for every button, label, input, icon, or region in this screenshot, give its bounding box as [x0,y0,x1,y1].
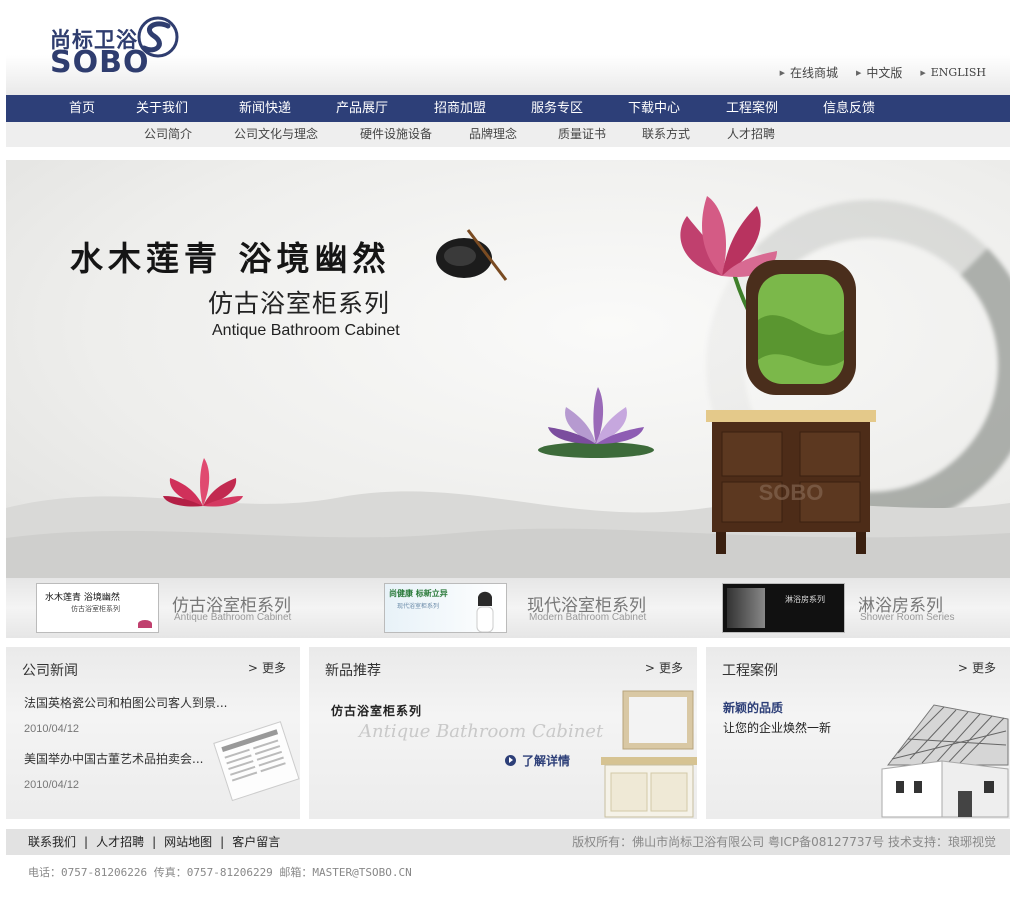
news-item-date: 2010/04/12 [24,723,80,735]
cases-text: 让您的企业焕然一新 [723,721,832,735]
banner-series-subtitle: Antique Bathroom Cabinet [212,322,400,339]
project-cases-panel: 工程案例 > 更多 新颖的品质 让您的企业焕然一新 [706,647,1010,819]
cases-heading: 工程案例 [722,663,778,679]
cases-more-link[interactable]: > 更多 [958,659,996,676]
series-subtitle: Modern Bathroom Cabinet [529,612,647,623]
hero-banner[interactable]: 水木莲青 浴境幽然 仿古浴室柜系列 Antique Bathroom Cabin… [6,160,1010,578]
news-item-title[interactable]: 美国举办中国古董艺术品拍卖会... [24,750,203,767]
arrow-right-icon: ▶ [855,68,862,77]
series-strip: 水木莲青 浴境幽然 仿古浴室柜系列 仿古浴室柜系列 Antique Bathro… [6,578,1010,638]
play-circle-icon [505,755,516,766]
products-heading: 新品推荐 [325,663,381,679]
modern-cabinet-image [601,690,697,818]
subnav-culture[interactable]: 公司文化与理念 [234,122,318,147]
nav-feedback[interactable]: 信息反馈 [823,95,875,122]
chevron-right-icon: > [957,660,968,675]
footer-link-sitemap[interactable]: 网站地图 [164,835,212,849]
subnav-certificates[interactable]: 质量证书 [558,122,606,147]
product-title-en: Antique Bathroom Cabinet [359,721,604,742]
sub-nav: 公司简介 公司文化与理念 硬件设施设备 品牌理念 质量证书 联系方式 人才招聘 [6,122,1010,147]
newspaper-image [213,721,300,802]
chevron-right-icon: > [644,660,655,675]
house-frame-image [881,704,1009,818]
subnav-jobs[interactable]: 人才招聘 [727,122,775,147]
nav-home[interactable]: 首页 [69,95,95,122]
subnav-profile[interactable]: 公司简介 [144,122,192,147]
chevron-right-icon: > [247,660,258,675]
news-item-title[interactable]: 法国英格瓷公司和柏图公司客人到景... [24,694,227,711]
cases-headline: 新颖的品质 [723,701,784,715]
woman-portrait-icon [476,591,494,632]
footer-bar: 联系我们 | 人才招聘 | 网站地图 | 客户留言 版权所有：佛山市尚标卫浴有限公司 粤IC… [6,829,1010,855]
series-subtitle: Antique Bathroom Cabinet [174,612,292,623]
separator: | [84,835,89,849]
series-thumb-shower: 淋浴房系列 [722,583,845,633]
site-logo[interactable]: 尚标卫浴 SOBO [50,16,182,80]
site-header: 尚标卫浴 SOBO ▶ 在线商城 ▶ 中文版 ▶ ENGLISH [6,0,1010,95]
subnav-contact[interactable]: 联系方式 [642,122,690,147]
nav-news[interactable]: 新闻快递 [239,95,291,122]
separator: | [220,835,225,849]
top-link-shop[interactable]: ▶ 在线商城 [780,64,838,81]
nav-franchise[interactable]: 招商加盟 [434,95,486,122]
footer-link-guestbook[interactable]: 客户留言 [232,835,280,849]
copyright-text: 版权所有：佛山市尚标卫浴有限公司 粤ICP备08127737号 技术支持：琅琊视… [572,835,996,849]
nav-products[interactable]: 产品展厅 [336,95,388,122]
shower-door-icon [727,588,765,628]
product-title: 仿古浴室柜系列 [331,704,423,718]
subnav-brand[interactable]: 品牌理念 [469,122,517,147]
series-thumb-modern: 尚健康 标新立异 现代浴室柜系列 [384,583,507,633]
antique-cabinet-image: SOBO [706,260,876,554]
arrow-right-icon: ▶ [779,68,785,77]
top-links: ▶ 在线商城 ▶ 中文版 ▶ ENGLISH [780,64,986,81]
red-lotus-icon [163,458,243,507]
footer-link-contact[interactable]: 联系我们 [28,835,76,849]
news-more-link[interactable]: > 更多 [248,659,286,676]
cabinet-watermark: SOBO [759,480,824,505]
logo-swirl-icon [137,16,179,58]
banner-poem: 水木莲青 浴境幽然 [70,239,391,278]
news-heading: 公司新闻 [22,663,78,679]
news-item-date: 2010/04/12 [24,779,80,791]
main-nav: 首页 关于我们 新闻快递 产品展厅 招商加盟 服务专区 下载中心 工程案例 信息… [6,95,1010,122]
nav-download[interactable]: 下载中心 [628,95,680,122]
lotus-icon [138,620,152,628]
product-detail-link[interactable]: 了解详情 [505,752,570,769]
separator: | [152,835,157,849]
purple-lotus-icon [538,387,654,458]
subnav-facilities[interactable]: 硬件设施设备 [360,122,432,147]
company-news-panel: 公司新闻 > 更多 法国英格瓷公司和柏图公司客人到景... 2010/04/12 … [6,647,300,819]
nav-about[interactable]: 关于我们 [136,95,188,122]
inkstone-brush-icon [436,229,508,281]
footer-link-jobs[interactable]: 人才招聘 [96,835,144,849]
arrow-right-icon: ▶ [920,68,926,77]
nav-cases[interactable]: 工程案例 [726,95,778,122]
series-subtitle: Shower Room Series [860,612,955,623]
top-link-chinese[interactable]: ▶ 中文版 [856,64,902,81]
banner-series-title: 仿古浴室柜系列 [208,289,391,318]
contact-info: 电话：0757-81206226 传真：0757-81206229 邮箱：MAS… [28,866,412,879]
new-products-panel: 新品推荐 > 更多 仿古浴室柜系列 Antique Bathroom Cabine… [309,647,697,819]
series-thumb-antique: 水木莲青 浴境幽然 仿古浴室柜系列 [36,583,159,633]
products-more-link[interactable]: > 更多 [645,659,683,676]
top-link-english[interactable]: ▶ ENGLISH [920,64,986,81]
nav-service[interactable]: 服务专区 [531,95,583,122]
footer-links: 联系我们 | 人才招聘 | 网站地图 | 客户留言 [28,829,280,855]
